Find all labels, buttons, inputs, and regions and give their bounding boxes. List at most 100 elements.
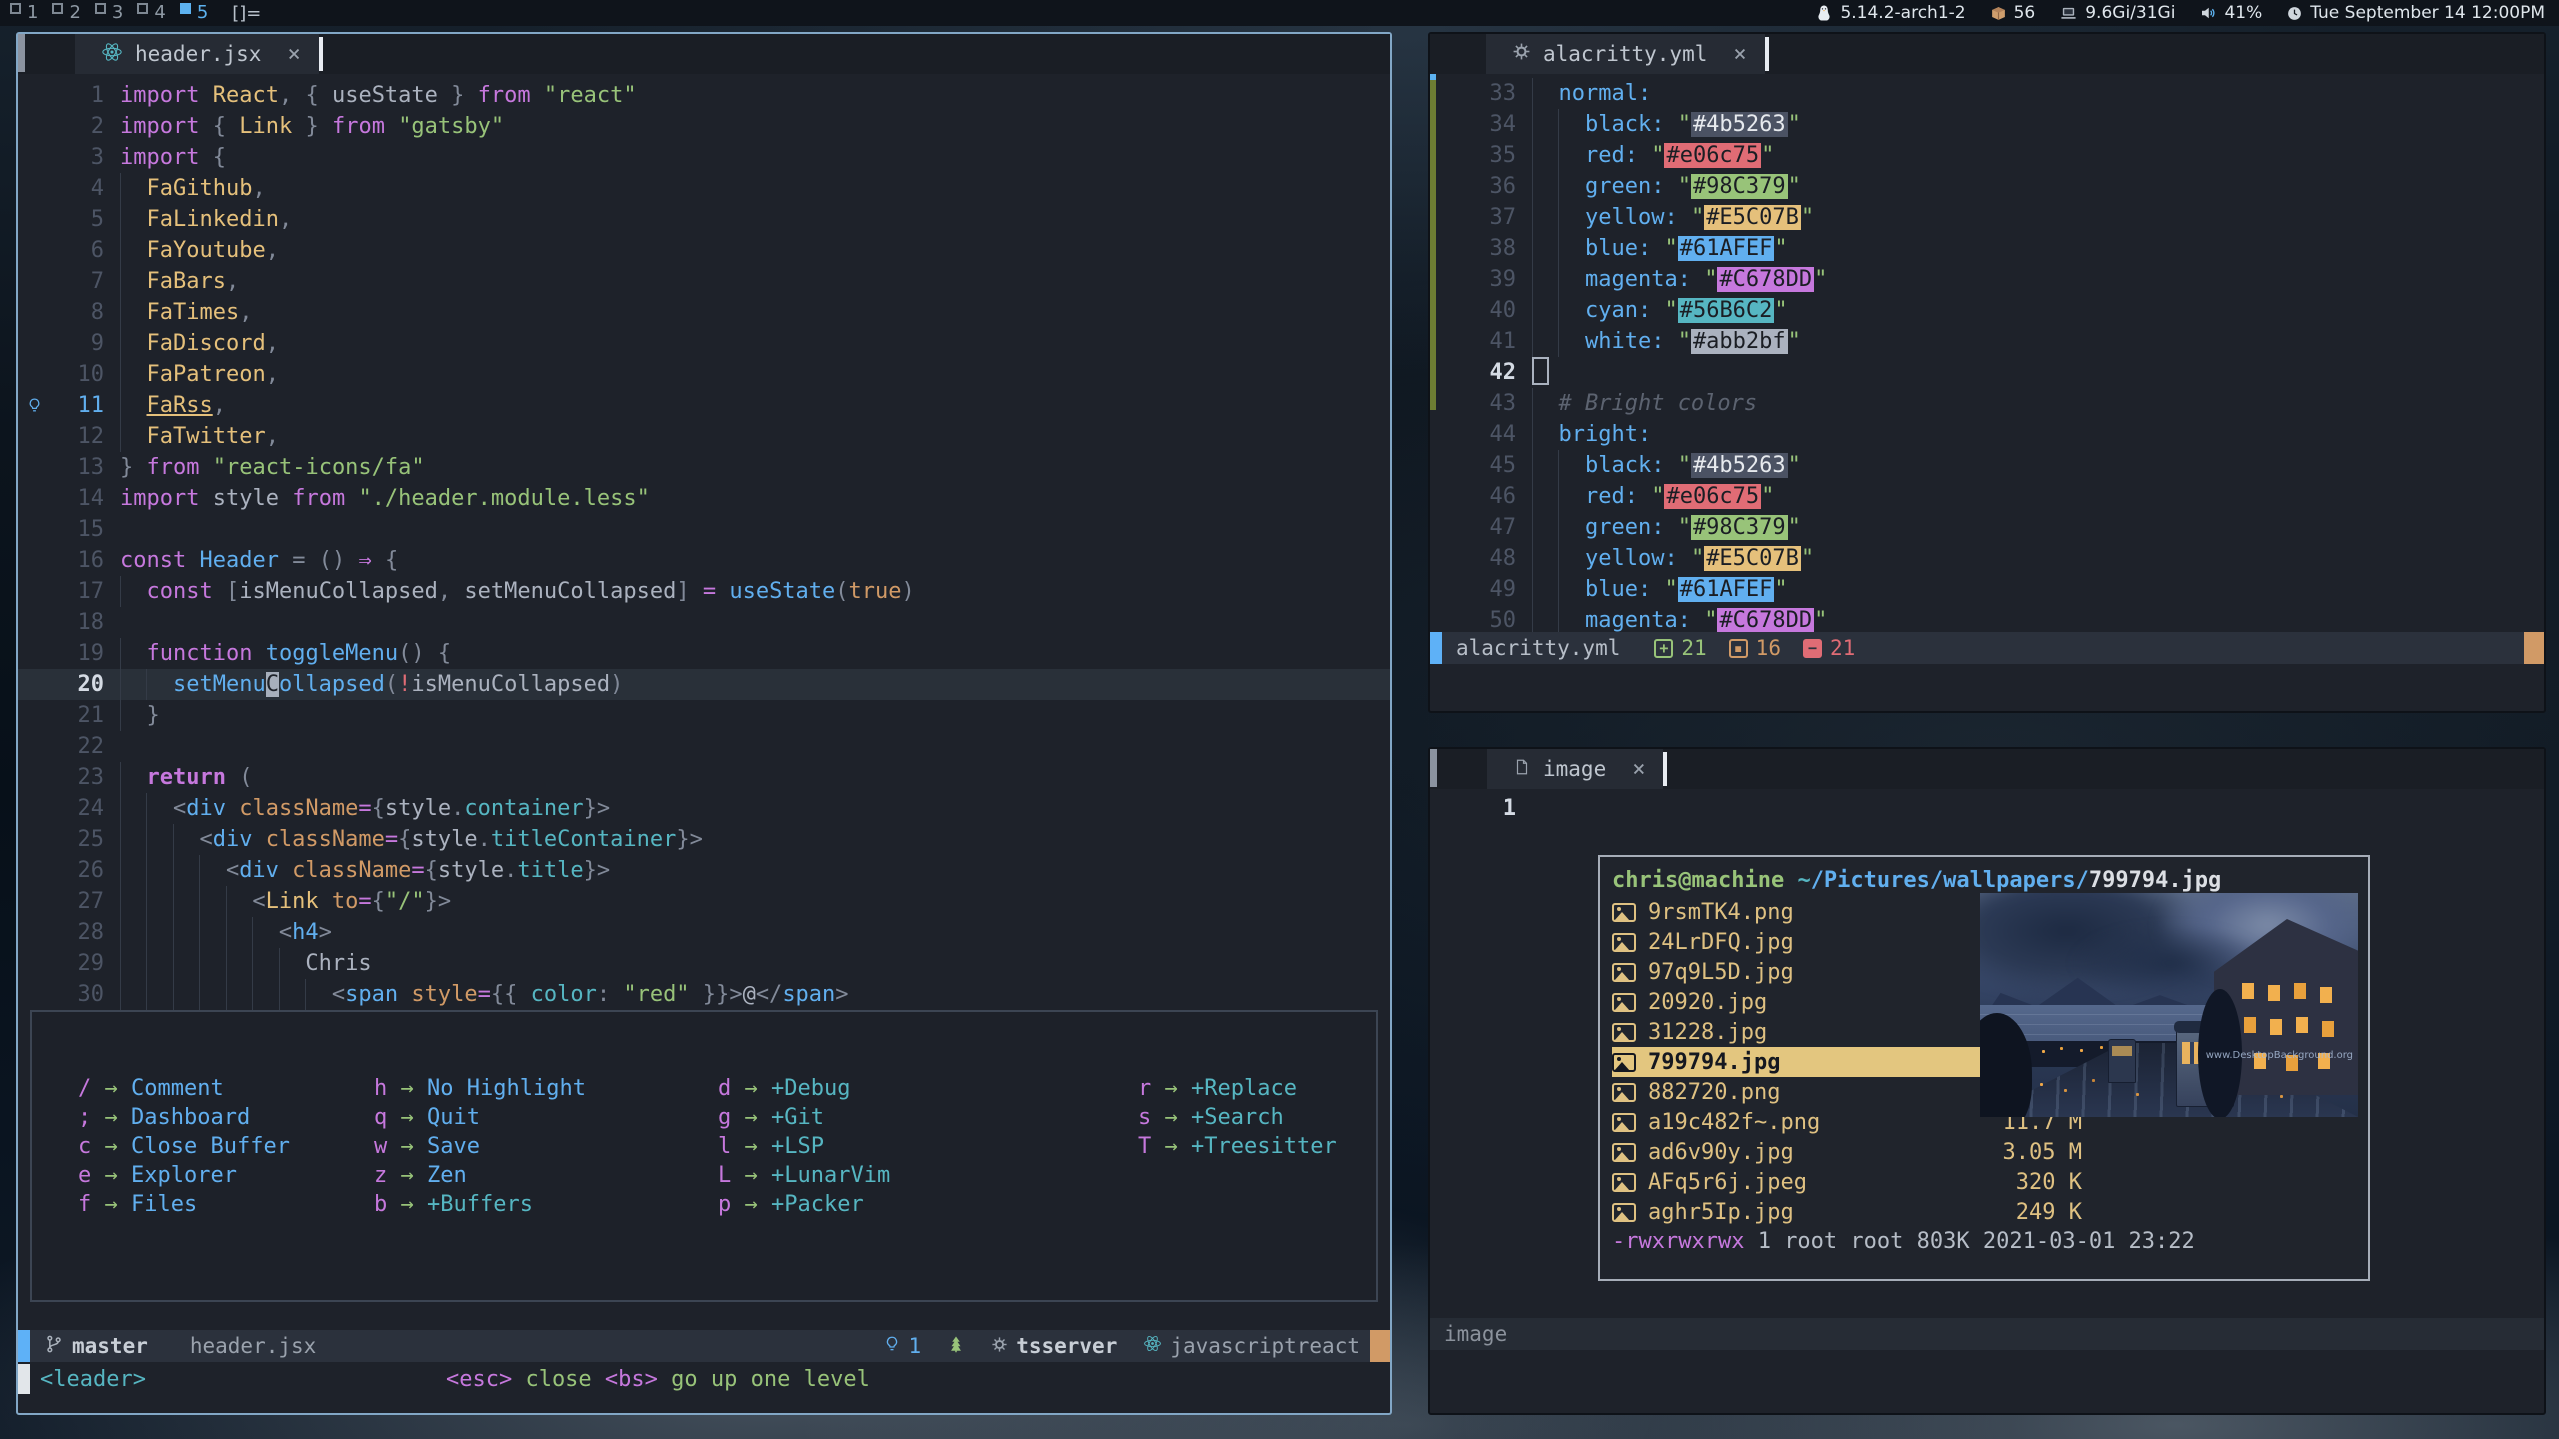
code-line[interactable]: 19function toggleMenu() { <box>18 638 1390 669</box>
close-icon[interactable]: × <box>287 42 300 67</box>
volume-module[interactable]: 41% <box>2199 3 2262 23</box>
code-line[interactable]: 14import style from "./header.module.les… <box>18 483 1390 514</box>
code-line[interactable]: 1import React, { useState } from "react" <box>18 80 1390 111</box>
code-line[interactable]: 41white: "#abb2bf" <box>1430 326 2544 357</box>
file-row[interactable]: aghr5Ip.jpg249 K <box>1612 1197 2082 1227</box>
code-line[interactable]: 48yellow: "#E5C07B" <box>1430 543 2544 574</box>
indent-guide <box>1532 481 1558 512</box>
which-key-binding[interactable]: b → +Buffers <box>374 1190 718 1219</box>
code-line[interactable]: 33normal: <box>1430 78 2544 109</box>
code-line[interactable]: 20setMenuCollapsed(!isMenuCollapsed) <box>18 669 1390 700</box>
code-area-image[interactable]: 1 <box>1430 793 2544 824</box>
file-row[interactable]: ad6v90y.jpg3.05 M <box>1612 1137 2082 1167</box>
code-line[interactable]: 6FaYoutube, <box>18 235 1390 266</box>
code-line[interactable]: 40cyan: "#56B6C2" <box>1430 295 2544 326</box>
code-line[interactable]: 17const [isMenuCollapsed, setMenuCollaps… <box>18 576 1390 607</box>
code-line[interactable]: 18 <box>18 607 1390 638</box>
code-line[interactable]: 29Chris <box>18 948 1390 979</box>
sign-column <box>18 483 50 514</box>
which-key-binding[interactable]: w → Save <box>374 1132 718 1161</box>
which-key-binding[interactable]: r → +Replace <box>1138 1074 1376 1103</box>
code-line[interactable]: 4FaGithub, <box>18 173 1390 204</box>
which-key-binding[interactable]: / → Comment <box>78 1074 374 1103</box>
code-area-header-jsx[interactable]: 1import React, { useState } from "react"… <box>18 80 1390 1010</box>
which-key-binding[interactable]: z → Zen <box>374 1161 718 1190</box>
workspace-1[interactable]: 1 <box>10 2 38 24</box>
code-line[interactable]: 3import { <box>18 142 1390 173</box>
code-line[interactable]: 23return ( <box>18 762 1390 793</box>
file-size: 320 K <box>1959 1170 2082 1195</box>
code-line[interactable]: 42 <box>1430 357 2544 388</box>
code-line[interactable]: 45black: "#4b5263" <box>1430 450 2544 481</box>
close-icon[interactable]: × <box>1632 757 1645 782</box>
close-icon[interactable]: × <box>1733 42 1746 67</box>
code-line[interactable]: 37yellow: "#E5C07B" <box>1430 202 2544 233</box>
code-token: const <box>146 579 225 604</box>
code-line[interactable]: 49blue: "#61AFEF" <box>1430 574 2544 605</box>
tab-header-jsx[interactable]: header.jsx × <box>75 34 319 74</box>
code-line[interactable]: 25<div className={style.titleContainer}> <box>18 824 1390 855</box>
code-line[interactable]: 36green: "#98C379" <box>1430 171 2544 202</box>
code-token: from <box>292 486 358 511</box>
indent-guide <box>173 948 199 979</box>
workspace-5[interactable]: 5 <box>180 2 208 24</box>
code-line[interactable]: 7FaBars, <box>18 266 1390 297</box>
tabline-caret <box>1765 37 1769 71</box>
image-file-icon <box>1612 1173 1636 1192</box>
which-key-binding[interactable]: ; → Dashboard <box>78 1103 374 1132</box>
which-key-binding[interactable]: h → No Highlight <box>374 1074 718 1103</box>
which-key-binding[interactable]: L → +LunarVim <box>718 1161 1138 1190</box>
which-key-binding[interactable]: s → +Search <box>1138 1103 1376 1132</box>
workspace-4[interactable]: 4 <box>137 2 165 24</box>
code-line[interactable]: 26<div className={style.title}> <box>18 855 1390 886</box>
workspace-3[interactable]: 3 <box>95 2 123 24</box>
tab-image[interactable]: image × <box>1487 749 1663 789</box>
which-key-binding[interactable]: g → +Git <box>718 1103 1138 1132</box>
which-key-binding[interactable]: p → +Packer <box>718 1190 1138 1219</box>
code-line[interactable]: 11FaRss, <box>18 390 1390 421</box>
lightbulb-icon[interactable] <box>18 390 50 421</box>
layout-indicator[interactable]: []= <box>232 3 261 24</box>
which-key-binding[interactable]: f → Files <box>78 1190 374 1219</box>
file-row[interactable]: AFq5r6j.jpeg320 K <box>1612 1167 2082 1197</box>
statusline-left: master header.jsx 1 tsserver javascriptr… <box>18 1330 1390 1362</box>
code-line[interactable]: 5FaLinkedin, <box>18 204 1390 235</box>
code-line[interactable]: 38blue: "#61AFEF" <box>1430 233 2544 264</box>
workspace-2[interactable]: 2 <box>52 2 80 24</box>
code-line[interactable]: 13} from "react-icons/fa" <box>18 452 1390 483</box>
diagnostics-segment[interactable]: 1 <box>883 1334 922 1359</box>
code-line[interactable]: 30<span style={{ color: "red" }}>@</span… <box>18 979 1390 1010</box>
code-line[interactable]: 34black: "#4b5263" <box>1430 109 2544 140</box>
which-key-binding[interactable]: l → +LSP <box>718 1132 1138 1161</box>
tab-alacritty-yml[interactable]: alacritty.yml × <box>1486 34 1765 74</box>
code-area-alacritty[interactable]: 33normal:34black: "#4b5263"35red: "#e06c… <box>1430 78 2544 636</box>
code-line[interactable]: 1 <box>1430 793 2544 824</box>
code-line[interactable]: 10FaPatreon, <box>18 359 1390 390</box>
code-line[interactable]: 22 <box>18 731 1390 762</box>
code-line[interactable]: 28<h4> <box>18 917 1390 948</box>
code-token: FaLinkedin <box>146 207 278 232</box>
code-line[interactable]: 12FaTwitter, <box>18 421 1390 452</box>
which-key-binding[interactable]: c → Close Buffer <box>78 1132 374 1161</box>
code-line[interactable]: 15 <box>18 514 1390 545</box>
code-line[interactable]: 9FaDiscord, <box>18 328 1390 359</box>
code-line[interactable]: 21} <box>18 700 1390 731</box>
code-line[interactable]: 35red: "#e06c75" <box>1430 140 2544 171</box>
code-line[interactable]: 8FaTimes, <box>18 297 1390 328</box>
which-key-binding[interactable]: q → Quit <box>374 1103 718 1132</box>
code-line[interactable]: 44bright: <box>1430 419 2544 450</box>
tabline-right-top: alacritty.yml × <box>1430 34 2544 74</box>
code-line[interactable]: 16const Header = () ⇒ { <box>18 545 1390 576</box>
code-line[interactable]: 2import { Link } from "gatsby" <box>18 111 1390 142</box>
which-key-binding[interactable]: T → +Treesitter <box>1138 1132 1376 1161</box>
code-line[interactable]: 46red: "#e06c75" <box>1430 481 2544 512</box>
which-key-binding[interactable]: d → +Debug <box>718 1074 1138 1103</box>
system-tray: 5.14.2-arch1-2 56 9.6Gi/31Gi 41% Tue Sep… <box>1815 3 2559 23</box>
code-line[interactable]: 39magenta: "#C678DD" <box>1430 264 2544 295</box>
code-line[interactable]: 27<Link to={"/"}> <box>18 886 1390 917</box>
code-line[interactable]: 43# Bright colors <box>1430 388 2544 419</box>
which-key-binding[interactable]: e → Explorer <box>78 1161 374 1190</box>
code-line[interactable]: 47green: "#98C379" <box>1430 512 2544 543</box>
code-line[interactable]: 24<div className={style.container}> <box>18 793 1390 824</box>
indent-guide <box>120 700 146 731</box>
